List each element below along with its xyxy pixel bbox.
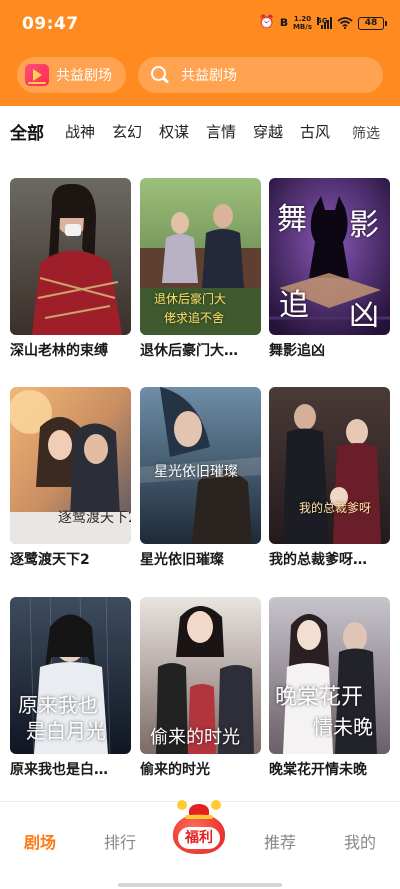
wifi-icon: [337, 17, 353, 29]
poster-title: 我的总裁爹呀: [299, 501, 372, 515]
battery-indicator: 48: [358, 16, 387, 30]
drama-card[interactable]: 我的总裁爹呀 我的总裁爹呀…: [269, 387, 390, 569]
play-logo-icon: [25, 64, 49, 86]
bottom-nav: 剧场 排行 福利 推荐 我的: [0, 800, 400, 889]
drama-poster[interactable]: 偷来的时光: [140, 597, 261, 754]
drama-title[interactable]: 逐鹭渡天下2: [10, 551, 131, 569]
cell-signal-icon: 5G: [317, 17, 332, 29]
header: 09:47 ⏰ ʙ 1.20 MB/s 5G 48 共益剧场 共益剧场: [0, 0, 400, 106]
poster-title: 逐鹭渡天下2: [58, 510, 131, 526]
signal-label: 5G: [317, 17, 328, 25]
nav-theater[interactable]: 剧场: [24, 829, 56, 853]
drama-card[interactable]: 逐鹭渡天下2 逐鹭渡天下2: [10, 387, 131, 569]
poster-subtitle: 情未晚: [313, 715, 373, 739]
poster-title: 晚棠花开: [275, 685, 364, 710]
alarm-icon: ⏰: [258, 15, 275, 30]
poster-subtitle: 佬求追不舍: [164, 311, 225, 325]
status-time: 09:47: [22, 14, 79, 34]
drama-title[interactable]: 深山老林的束缚: [10, 342, 131, 360]
tab-quanmou[interactable]: 权谋: [159, 121, 189, 142]
drama-title[interactable]: 晚棠花开情未晚: [269, 761, 390, 779]
tab-xuanhuan[interactable]: 玄幻: [112, 121, 142, 142]
drama-title[interactable]: 舞影追凶: [269, 342, 390, 360]
drama-poster[interactable]: 晚棠花开 情未晚: [269, 597, 390, 754]
drama-poster[interactable]: 我的总裁爹呀: [269, 387, 390, 544]
drama-card[interactable]: 原来我也 是白月光 原来我也是白…: [10, 597, 131, 779]
drama-card[interactable]: 偷来的时光 偷来的时光: [140, 597, 261, 779]
status-icons: ⏰ ʙ 1.20 MB/s 5G 48: [258, 14, 387, 32]
drama-card[interactable]: 晚棠花开 情未晚 晚棠花开情未晚: [269, 597, 390, 779]
drama-card[interactable]: 舞 影 追 凶 舞影追凶: [269, 178, 390, 360]
drama-title[interactable]: 原来我也是白…: [10, 761, 131, 779]
poster-title: 偷来的时光: [150, 727, 240, 748]
drama-title[interactable]: 我的总裁爹呀…: [269, 551, 390, 569]
search-input[interactable]: 共益剧场: [138, 57, 383, 93]
drama-title[interactable]: 退休后豪门大…: [140, 342, 261, 360]
brand-name: 共益剧场: [56, 68, 112, 84]
drama-poster[interactable]: 原来我也 是白月光: [10, 597, 131, 754]
drama-title[interactable]: 星光依旧璀璨: [140, 551, 261, 569]
tab-yanqing[interactable]: 言情: [206, 121, 236, 142]
search-icon: [150, 65, 170, 85]
drama-poster[interactable]: 星光依旧璀璨: [140, 387, 261, 544]
app-screen: 09:47 ⏰ ʙ 1.20 MB/s 5G 48 共益剧场 共益剧场 全部 战…: [0, 0, 400, 889]
filter-button[interactable]: 筛选: [352, 123, 380, 143]
net-speed-unit: MB/s: [292, 23, 312, 31]
poster-title: 舞: [277, 202, 307, 237]
nav-recommend[interactable]: 推荐: [264, 829, 296, 853]
drama-card[interactable]: 星光依旧璀璨 星光依旧璀璨: [140, 387, 261, 569]
network-speed: 1.20 MB/s: [293, 15, 312, 31]
brand-button[interactable]: 共益剧场: [17, 57, 126, 93]
drama-poster[interactable]: 舞 影 追 凶: [269, 178, 390, 335]
poster-title: 星光依旧璀璨: [154, 464, 238, 480]
nav-welfare[interactable]: 福利: [171, 800, 227, 858]
tab-zhanshen[interactable]: 战神: [65, 121, 95, 142]
poster-title: 追: [279, 288, 309, 323]
drama-poster[interactable]: 逐鹭渡天下2: [10, 387, 131, 544]
poster-subtitle: 是白月光: [26, 719, 106, 743]
nav-ranking[interactable]: 排行: [104, 829, 136, 853]
search-placeholder: 共益剧场: [181, 68, 237, 84]
drama-poster[interactable]: [10, 178, 131, 335]
poster-title: 退休后豪门大: [154, 292, 227, 306]
status-bar: 09:47 ⏰ ʙ 1.20 MB/s 5G 48: [0, 0, 400, 48]
tab-gufeng[interactable]: 古风: [300, 121, 330, 142]
tab-chuanyue[interactable]: 穿越: [253, 121, 283, 142]
nav-welfare-label: 福利: [178, 827, 220, 849]
poster-title: 影: [349, 208, 379, 243]
home-indicator[interactable]: [118, 883, 282, 887]
nav-mine[interactable]: 我的: [344, 829, 376, 853]
poster-title: 凶: [349, 298, 379, 333]
net-speed-value: 1.20: [293, 15, 312, 23]
drama-poster[interactable]: 退休后豪门大 佬求追不舍: [140, 178, 261, 335]
drama-card[interactable]: 深山老林的束缚: [10, 178, 131, 360]
poster-title: 原来我也: [18, 693, 98, 717]
drama-title[interactable]: 偷来的时光: [140, 761, 261, 779]
tab-all[interactable]: 全部: [10, 119, 44, 144]
drama-card[interactable]: 退休后豪门大 佬求追不舍 退休后豪门大…: [140, 178, 261, 360]
bluetooth-icon: ʙ: [279, 15, 288, 30]
